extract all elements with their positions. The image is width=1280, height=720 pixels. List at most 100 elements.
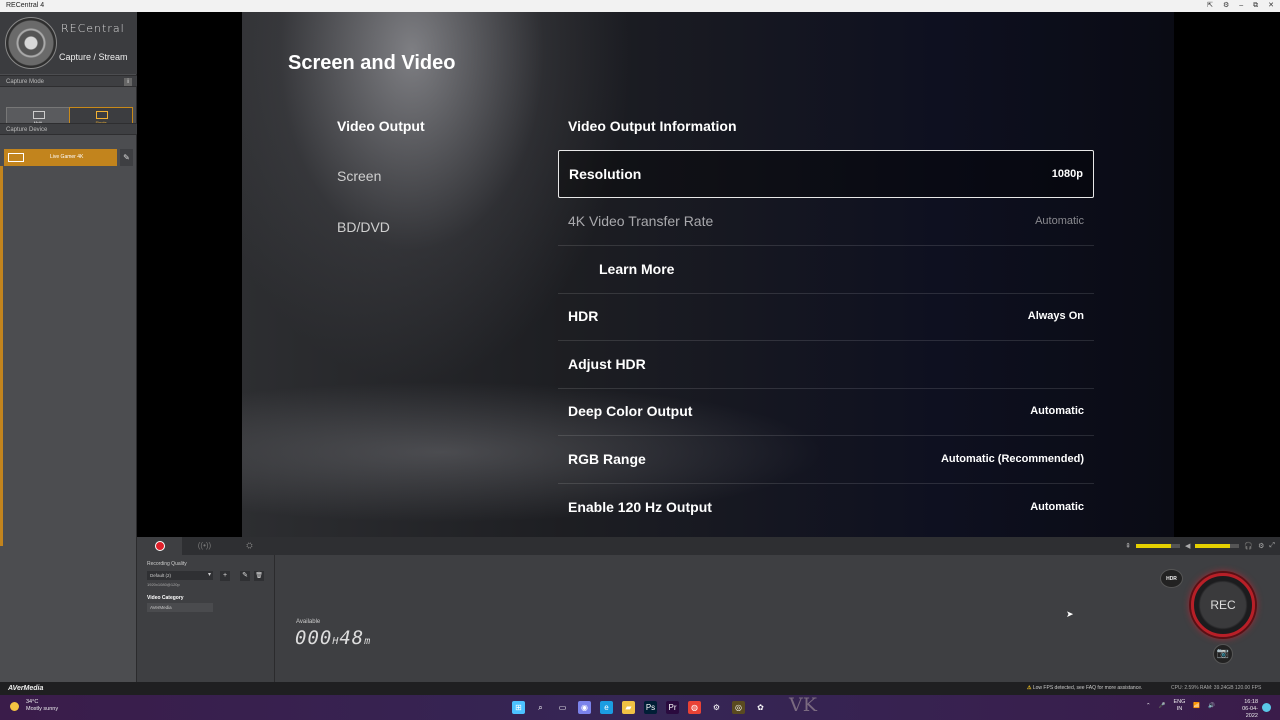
control-tabs: ((•)) ⛭ ⇞ ◀ 🎧 ⚙ ⤢ [137,537,1280,555]
single-icon [96,111,108,119]
upload-icon[interactable]: ⇞ [1125,542,1131,550]
add-quality-button[interactable]: + [220,571,230,581]
edit-quality-button[interactable]: ✎ [240,571,250,581]
capture-device-label: Capture Device [0,123,137,135]
restore-icon[interactable]: ⇱ [1207,0,1213,12]
warning-icon: ⚠ [1027,685,1032,691]
maximize-icon[interactable]: ⧉ [1253,0,1258,12]
tab-stream[interactable]: ((•)) [182,537,227,555]
avermedia-logo: AVerMedia [8,685,44,692]
ps5-settings-screen: Screen and Video Video Output Screen BD/… [242,12,1174,537]
clock[interactable]: 16:18 06-04-2022 [1236,699,1258,720]
title-bar: RECentral 4 ⇱ ⚙ – ⧉ ✕ [0,0,1280,12]
app-logo-icon[interactable] [5,17,57,69]
wifi-icon[interactable]: 📶 [1193,703,1200,710]
video-preview[interactable]: Screen and Video Video Output Screen BD/… [137,12,1280,537]
snapshot-camera-icon[interactable]: 📷 [1213,644,1233,664]
tab-network[interactable]: ⛭ [227,537,272,555]
folder-icon[interactable]: ▰ [622,701,635,714]
sun-icon [10,702,19,711]
volume-icon[interactable]: 🔊 [1208,703,1215,710]
app-icon[interactable]: ✿ [754,701,767,714]
ps-nav-screen: Screen [337,168,382,184]
capture-mode-label: Capture Mode i [0,75,137,87]
ps-title: Screen and Video [288,52,456,74]
mixer-icon[interactable]: ⚙ [1258,542,1264,550]
app-logo-text: RECentral [61,22,125,35]
sidebar-accent [0,166,3,546]
ps-nav-bd-dvd: BD/DVD [337,219,390,235]
mode-title[interactable]: Capture / Stream [59,52,128,62]
multi-icon [33,111,45,119]
category-field[interactable]: AVerMedia [147,603,213,612]
status-bar: AVerMedia ⚠ Low FPS detected, see FAQ fo… [0,682,1280,695]
ps-row-deep-color: Deep Color Output Automatic [558,388,1094,436]
recording-settings: Recording Quality Default (2) 1920x1080@… [137,555,275,682]
recording-quality-label: Recording Quality [147,561,187,567]
chrome-icon[interactable]: ◍ [688,701,701,714]
windows-icon[interactable]: ⊞ [512,701,525,714]
settings-icon[interactable]: ⚙ [1223,0,1229,12]
premiere-icon[interactable]: Pr [666,701,679,714]
settings-icon[interactable]: ⚙ [710,701,723,714]
fullscreen-icon[interactable]: ⤢ [1269,542,1275,550]
info-button[interactable]: i [124,78,132,86]
weather-desc: Mostly sunny [26,706,59,712]
logo-area: RECentral Capture / Stream [0,12,137,74]
ps-row-120hz: Enable 120 Hz Output Automatic [568,499,1084,515]
close-icon[interactable]: ✕ [1268,0,1274,12]
rec-button[interactable]: REC [1191,573,1255,637]
mic-volume-slider[interactable] [1136,544,1180,548]
audio-meters: ⇞ ◀ 🎧 ⚙ ⤢ [1125,540,1275,552]
available-label: Available [296,619,321,625]
window-controls: ⇱ ⚙ – ⧉ ✕ [1207,0,1274,12]
watermark: VK [789,694,817,716]
clock-date: 06-04-2022 [1242,706,1258,719]
ps-row-rgb-range: RGB Range Automatic (Recommended) [558,436,1094,484]
search-icon[interactable]: ⌕ [534,701,547,714]
recentral-window: RECentral 4 ⇱ ⚙ – ⧉ ✕ RECentral Capture … [0,0,1280,720]
tray-chevron-icon[interactable]: ⌃ [1146,703,1151,710]
delete-quality-button[interactable]: 🗑 [254,571,264,581]
control-panel: ((•)) ⛭ ⇞ ◀ 🎧 ⚙ ⤢ Recording Quality Defa… [137,537,1280,682]
task-view-icon[interactable]: ▭ [556,701,569,714]
taskbar: 34°C Mostly sunny ⊞ ⌕ ▭ ◉ e ▰ Ps Pr ◍ ⚙ ◎ ✿ VK ⌃ 🎤 … [0,694,1280,720]
quality-detail: 1920x1080@120p [147,582,180,587]
hdr-button[interactable]: HDR [1160,569,1183,588]
ps-row-adjust-hdr: Adjust HDR [558,341,1094,389]
available-time: 000H48m [295,627,372,649]
fps-warning[interactable]: ⚠ Low FPS detected, see FAQ for more ass… [1027,682,1142,695]
ps-row-transfer-rate: 4K Video Transfer Rate Automatic [558,198,1094,246]
ps-row-learn-more: Learn More [558,246,1094,294]
language[interactable]: ENG [1173,699,1185,706]
sidebar: RECentral Capture / Stream Capture Mode … [0,12,137,682]
ps-section-title: Video Output Information [568,118,737,134]
notification-icon[interactable] [1262,703,1271,712]
clock-time: 16:18 [1244,699,1258,705]
minimize-icon[interactable]: – [1239,0,1243,12]
record-dot-icon [154,540,165,551]
tab-record[interactable] [137,537,182,555]
ps-row-resolution: Resolution 1080p [558,150,1094,198]
device-item[interactable]: Live Gamer 4K [4,149,117,166]
window-title: RECentral 4 [6,2,45,9]
ps-nav-video-output: Video Output [337,118,425,134]
headphones-icon[interactable]: 🎧 [1244,542,1253,550]
ps-row-hdr: HDR Always On [558,293,1094,341]
weather-temp: 34°C [26,699,39,705]
device-edit-button[interactable]: ✎ [120,149,133,166]
mic-icon[interactable]: 🎤 [1159,703,1166,710]
photoshop-icon[interactable]: Ps [644,701,657,714]
quality-select[interactable]: Default (2) [147,571,213,580]
speaker-volume-slider[interactable] [1195,544,1240,548]
taskbar-apps: ⊞ ⌕ ▭ ◉ e ▰ Ps Pr ◍ ⚙ ◎ ✿ [512,701,767,714]
chat-icon[interactable]: ◉ [578,701,591,714]
recentral-icon[interactable]: ◎ [732,701,745,714]
system-tray: ⌃ 🎤 ENG IN 📶 🔊 [1146,699,1215,713]
system-stats: CPU: 2.59% RAM: 39.24GB 120.00 FPS [1171,685,1262,691]
region[interactable]: IN [1173,706,1185,713]
mouse-cursor-icon: ➤ [1066,609,1074,619]
edge-icon[interactable]: e [600,701,613,714]
speaker-icon[interactable]: ◀ [1185,542,1190,550]
capture-card-icon [8,153,24,162]
